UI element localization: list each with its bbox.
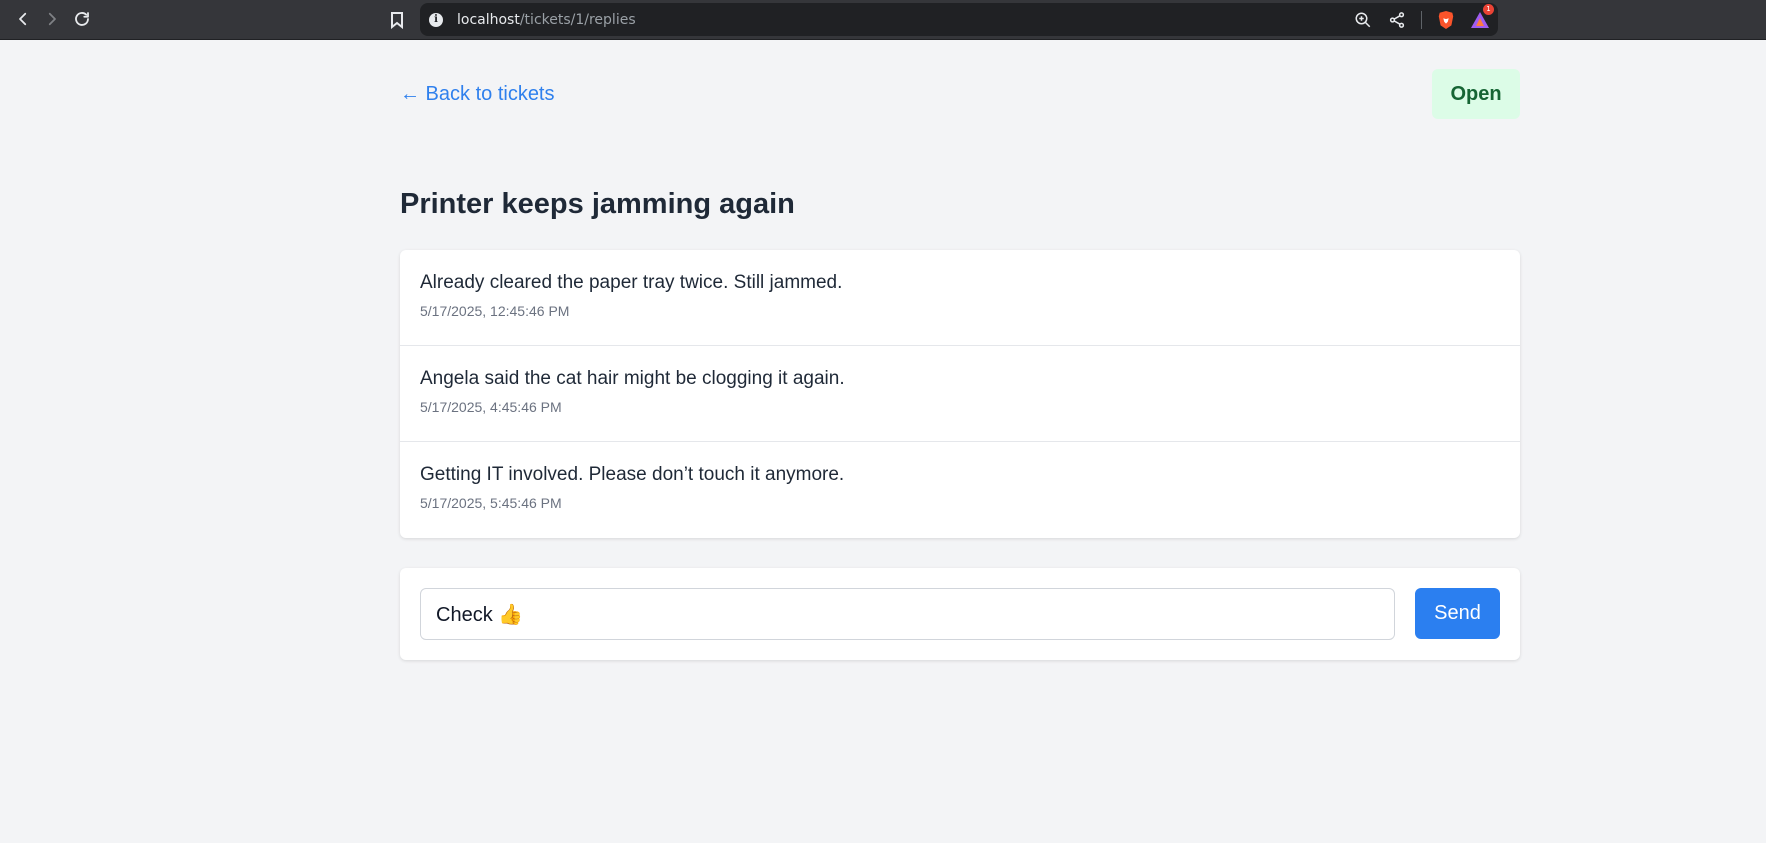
notification-badge: 1 bbox=[1483, 3, 1494, 15]
site-info-icon[interactable]: i bbox=[429, 12, 443, 27]
url-path: /tickets/1/replies bbox=[519, 11, 636, 28]
toolbar-separator bbox=[1421, 10, 1422, 29]
reply-input[interactable] bbox=[420, 588, 1395, 640]
back-to-tickets-link[interactable]: ← Back to tickets bbox=[400, 83, 555, 106]
page: ← Back to tickets Open Printer keeps jam… bbox=[0, 40, 1766, 843]
page-title: Printer keeps jamming again bbox=[400, 188, 795, 220]
bookmark-icon[interactable] bbox=[386, 9, 408, 31]
rewards-icon[interactable]: 1 bbox=[1470, 3, 1494, 30]
share-icon[interactable] bbox=[1387, 10, 1407, 30]
status-badge: Open bbox=[1432, 69, 1520, 119]
browser-toolbar: i localhost/tickets/1/replies 1 bbox=[0, 0, 1766, 40]
reply-text: Getting IT involved. Please don’t touch … bbox=[420, 464, 845, 485]
address-bar[interactable]: i localhost/tickets/1/replies 1 bbox=[420, 3, 1498, 36]
forward-icon[interactable] bbox=[37, 4, 67, 34]
reply-timestamp: 5/17/2025, 12:45:46 PM bbox=[420, 303, 570, 319]
reply-composer: Send bbox=[400, 568, 1520, 660]
brave-shields-icon[interactable] bbox=[1436, 10, 1456, 30]
zoom-icon[interactable] bbox=[1353, 10, 1373, 30]
send-button[interactable]: Send bbox=[1415, 588, 1500, 639]
ticket-header: ← Back to tickets Open bbox=[400, 69, 1520, 119]
list-item: Angela said the cat hair might be cloggi… bbox=[400, 346, 1520, 442]
reply-timestamp: 5/17/2025, 4:45:46 PM bbox=[420, 399, 562, 415]
reply-timestamp: 5/17/2025, 5:45:46 PM bbox=[420, 495, 562, 511]
list-item: Getting IT involved. Please don’t touch … bbox=[400, 442, 1520, 538]
reload-icon[interactable] bbox=[67, 4, 97, 34]
reply-text: Angela said the cat hair might be cloggi… bbox=[420, 368, 845, 389]
replies-list: Already cleared the paper tray twice. St… bbox=[400, 250, 1520, 538]
reply-text: Already cleared the paper tray twice. St… bbox=[420, 272, 843, 293]
back-icon[interactable] bbox=[8, 4, 38, 34]
url-host: localhost bbox=[457, 11, 520, 28]
url-text[interactable]: localhost/tickets/1/replies bbox=[457, 12, 636, 28]
list-item: Already cleared the paper tray twice. St… bbox=[400, 250, 1520, 346]
